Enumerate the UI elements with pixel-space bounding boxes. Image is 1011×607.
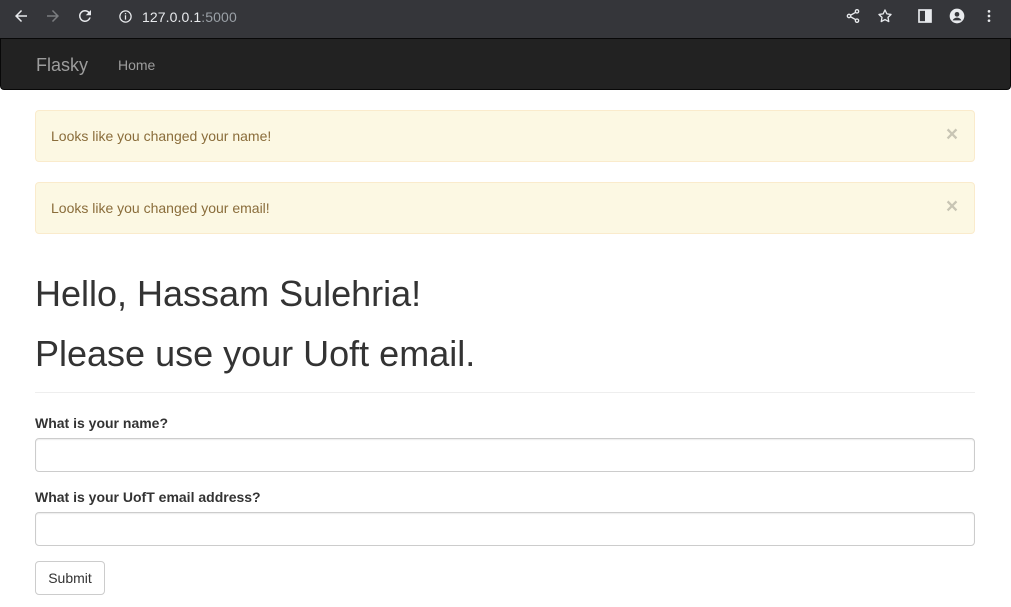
- more-vert-icon[interactable]: [977, 4, 1001, 28]
- navbar-brand[interactable]: Flasky: [36, 55, 88, 75]
- back-arrow-icon[interactable]: [9, 4, 33, 28]
- submit-button[interactable]: Submit: [35, 561, 105, 595]
- flash-alert: Looks like you changed your name! ×: [35, 110, 975, 162]
- url-port: :5000: [201, 9, 237, 25]
- greeting-heading: Hello, Hassam Sulehria!: [35, 273, 422, 314]
- flash-alert: Looks like you changed your email! ×: [35, 182, 975, 234]
- reload-icon[interactable]: [73, 4, 97, 28]
- address-bar[interactable]: 127.0.0.1:5000: [106, 3, 836, 30]
- name-label: What is your name?: [35, 415, 169, 431]
- star-icon[interactable]: [873, 4, 897, 28]
- url-host: 127.0.0.1: [142, 9, 202, 25]
- url-text: 127.0.0.1:5000: [142, 9, 237, 25]
- close-icon[interactable]: ×: [945, 196, 959, 217]
- close-icon[interactable]: ×: [945, 124, 959, 145]
- browser-toolbar: 127.0.0.1:5000: [0, 0, 1011, 38]
- email-label: What is your UofT email address?: [35, 489, 261, 505]
- page-header-divider: [35, 392, 975, 393]
- name-input[interactable]: [35, 438, 975, 472]
- side-panel-icon[interactable]: [913, 4, 937, 28]
- info-icon[interactable]: [118, 9, 133, 24]
- alert-message: Looks like you changed your email!: [51, 200, 270, 216]
- email-notice-heading: Please use your Uoft email.: [35, 333, 476, 374]
- email-input[interactable]: [35, 512, 975, 546]
- profile-icon[interactable]: [945, 4, 969, 28]
- alert-message: Looks like you changed your name!: [51, 128, 272, 144]
- nav-link-home[interactable]: Home: [118, 57, 155, 73]
- site-navbar: Flasky Home: [0, 38, 1011, 90]
- share-icon[interactable]: [841, 4, 865, 28]
- forward-arrow-icon[interactable]: [41, 4, 65, 28]
